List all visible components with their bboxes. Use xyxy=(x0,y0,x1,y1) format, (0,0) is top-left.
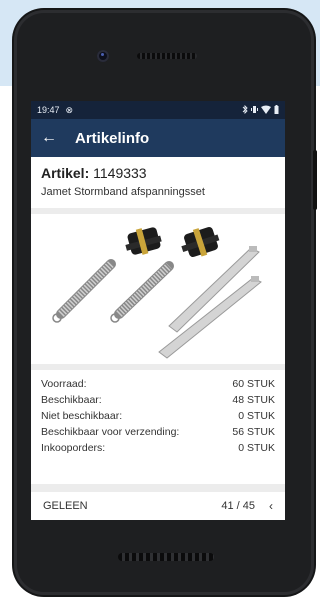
app-bar: ← Artikelinfo xyxy=(31,119,285,157)
location-button[interactable]: GELEEN xyxy=(43,500,88,512)
stock-row: Inkooporders: 0 STUK xyxy=(41,440,275,456)
stock-row: Beschikbaar voor verzending: 56 STUK xyxy=(41,424,275,440)
stock-value: 56 STUK xyxy=(232,426,275,438)
status-time: 19:47 xyxy=(37,105,60,115)
side-button xyxy=(313,150,317,210)
stock-label: Beschikbaar voor verzending: xyxy=(41,426,180,438)
article-line: Artikel: 1149333 xyxy=(41,165,275,181)
product-illustration xyxy=(52,226,262,359)
article-description: Jamet Stormband afspanningsset xyxy=(41,186,205,198)
article-header: Artikel: 1149333 Jamet Stormband afspann… xyxy=(31,157,285,204)
article-number: 1149333 xyxy=(93,165,147,181)
spring-right xyxy=(110,261,174,323)
stock-value: 48 STUK xyxy=(232,394,275,406)
stock-label: Niet beschikbaar: xyxy=(41,410,123,422)
bluetooth-icon xyxy=(242,104,248,116)
stock-label: Voorraad: xyxy=(41,378,87,390)
front-camera xyxy=(97,50,109,62)
strap-left xyxy=(125,227,162,255)
earpiece-speaker xyxy=(137,53,197,59)
stock-value: 60 STUK xyxy=(232,378,275,390)
stock-list: Voorraad: 60 STUK Beschikbaar: 48 STUK N… xyxy=(31,370,285,456)
stock-value: 0 STUK xyxy=(238,442,275,454)
battery-icon xyxy=(274,104,279,116)
wifi-icon xyxy=(261,105,271,116)
chevron-left-icon[interactable]: ‹ xyxy=(269,499,273,513)
stock-value: 0 STUK xyxy=(238,410,275,422)
product-image xyxy=(31,208,285,370)
arrow-left-icon[interactable]: ← xyxy=(41,129,65,147)
page-counter: 41 / 45 xyxy=(221,500,255,512)
stock-row: Voorraad: 60 STUK xyxy=(41,376,275,392)
bottom-speaker xyxy=(118,553,214,561)
status-icons xyxy=(242,104,279,116)
stock-row: Niet beschikbaar: 0 STUK xyxy=(41,408,275,424)
stock-row: Beschikbaar: 48 STUK xyxy=(41,392,275,408)
stock-label: Inkooporders: xyxy=(41,442,106,454)
strap-right xyxy=(181,226,220,258)
page-title: Artikelinfo xyxy=(75,129,150,147)
pager-bar: GELEEN 41 / 45 ‹ xyxy=(31,484,285,520)
stock-label: Beschikbaar: xyxy=(41,394,102,406)
vibrate-icon xyxy=(251,105,258,116)
spring-left xyxy=(52,259,116,323)
status-bar: 19:47 ⊗ xyxy=(31,101,285,119)
article-label: Artikel: xyxy=(41,165,90,181)
sync-icon: ⊗ xyxy=(65,104,74,115)
device-screen: 19:47 ⊗ ← Artikelinfo Artikel: 1149333 J… xyxy=(31,101,285,520)
